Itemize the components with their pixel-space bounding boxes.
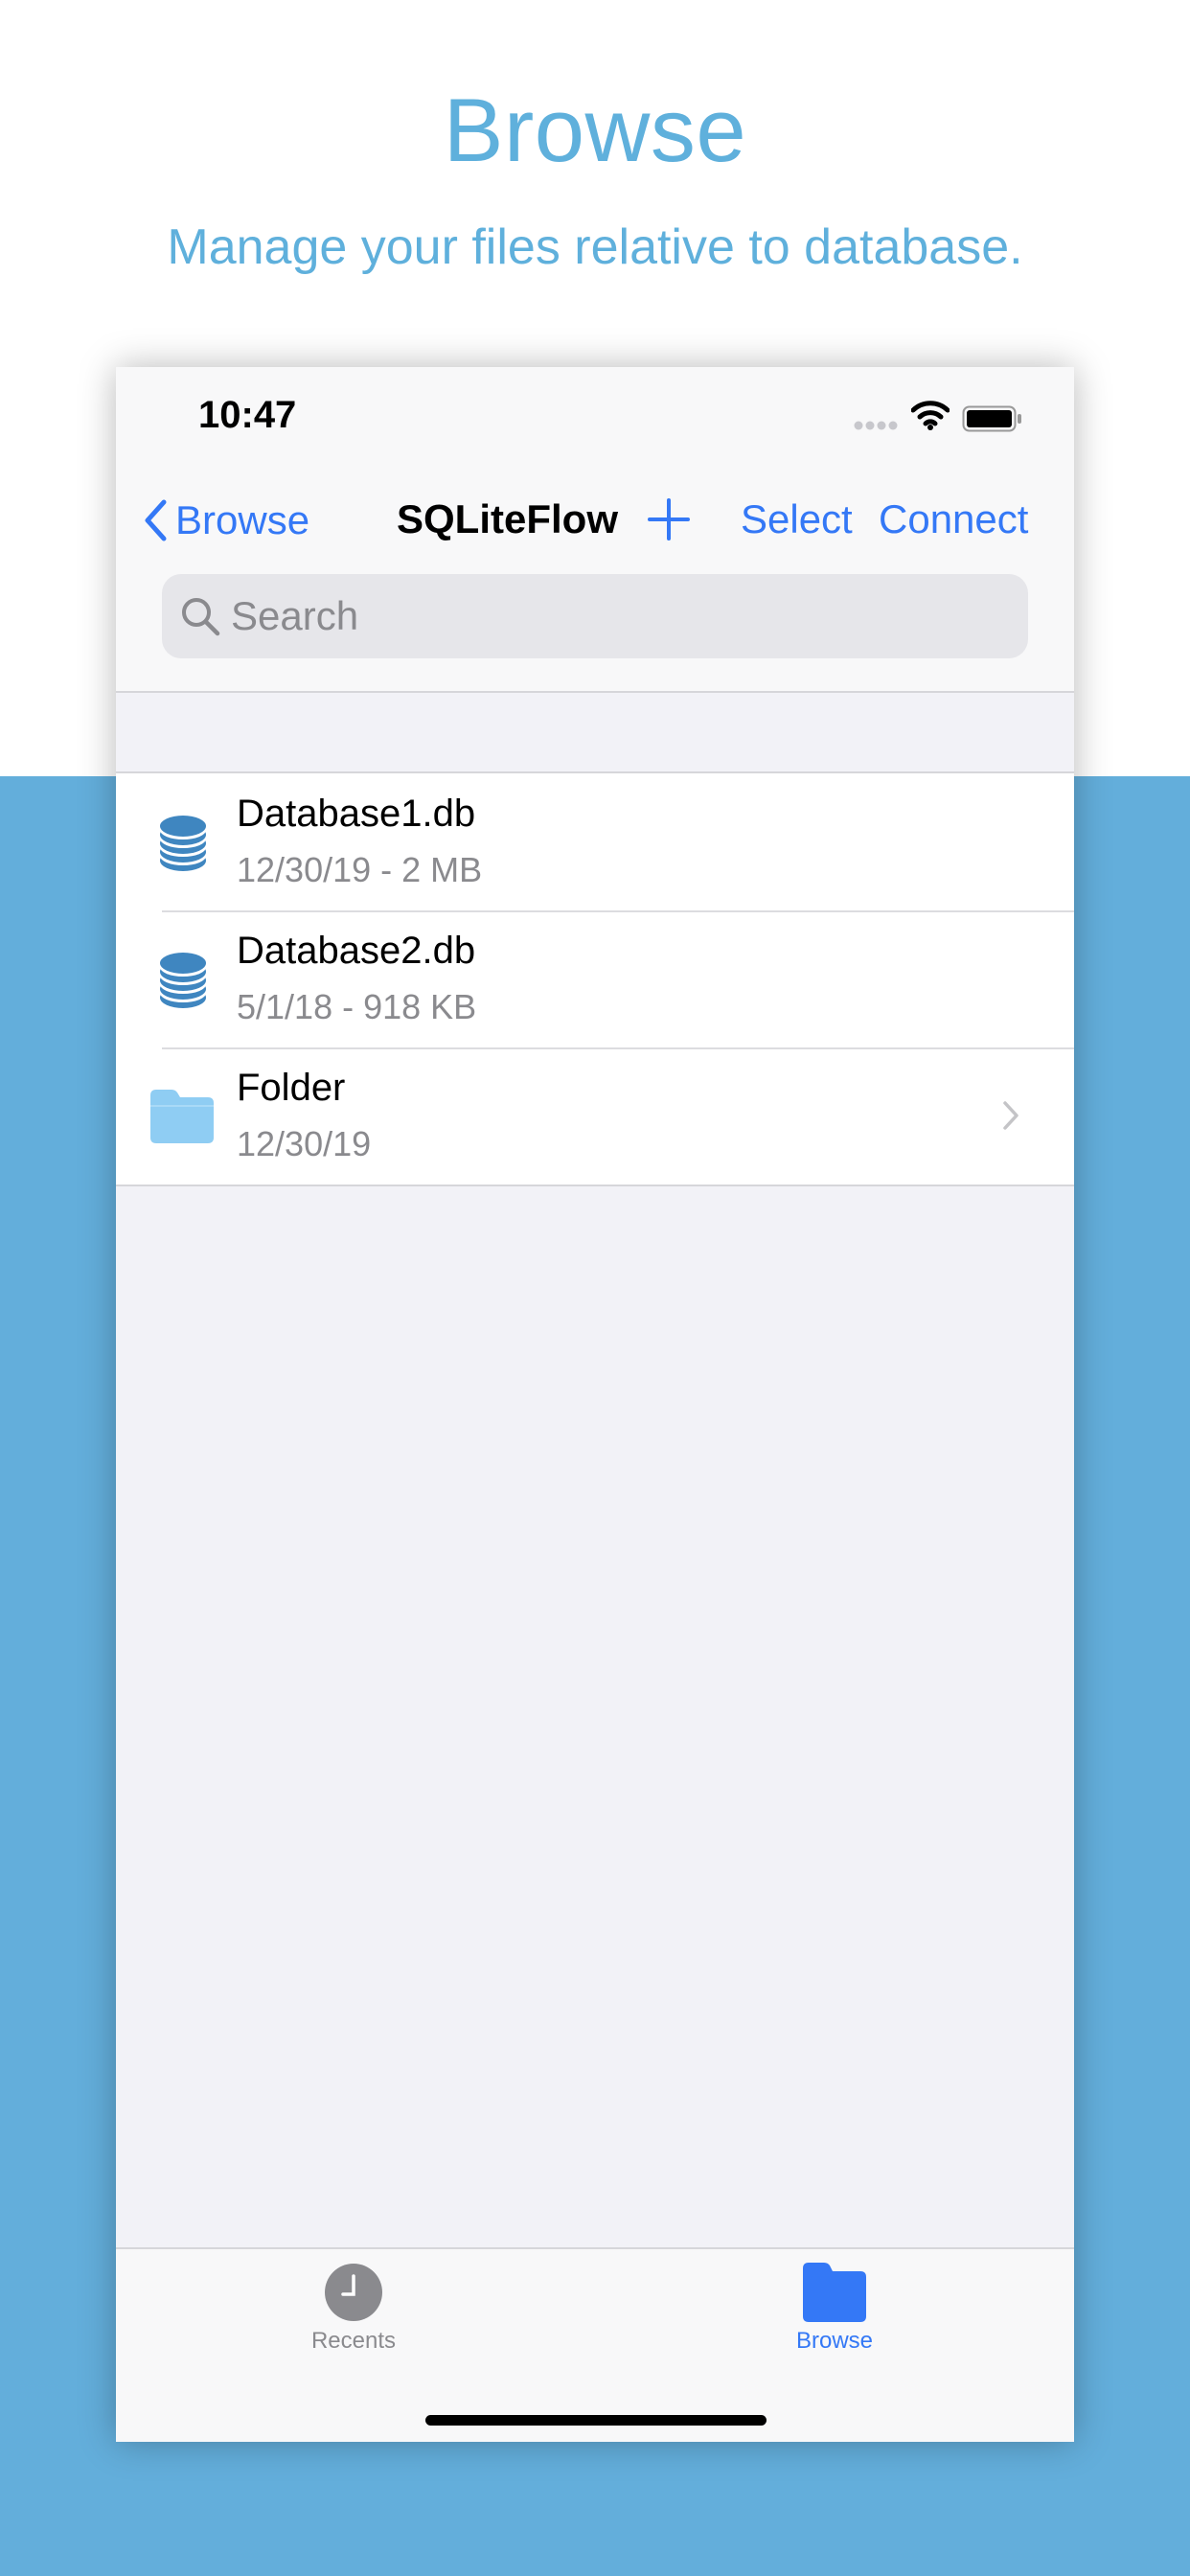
- status-time: 10:47: [198, 394, 297, 436]
- search-icon: [182, 598, 220, 636]
- database-icon: [160, 816, 206, 871]
- wifi-icon: [911, 401, 950, 430]
- search-input[interactable]: [231, 574, 997, 658]
- folder-icon: [150, 1090, 214, 1143]
- cellular-signal-icon: [854, 421, 898, 430]
- back-button[interactable]: Browse: [143, 492, 309, 549]
- select-button[interactable]: Select: [741, 496, 853, 542]
- page-title: SQLiteFlow: [397, 496, 618, 541]
- file-name: Database1.db: [237, 793, 476, 835]
- folder-name: Folder: [237, 1067, 346, 1109]
- clock-icon: [325, 2264, 382, 2321]
- connect-button[interactable]: Connect: [879, 496, 1028, 542]
- battery-icon: [962, 405, 1021, 432]
- folder-row[interactable]: Folder 12/30/19: [116, 1047, 1074, 1184]
- folder-icon: [803, 2263, 866, 2322]
- file-row-database1[interactable]: Database1.db 12/30/19 - 2 MB: [116, 773, 1074, 910]
- folder-meta: 12/30/19: [237, 1124, 372, 1163]
- promo-title: Browse: [443, 80, 747, 180]
- chevron-right-icon: [1003, 1101, 1018, 1130]
- search-bar[interactable]: [162, 574, 1028, 658]
- tab-bar: Recents Browse: [116, 2247, 1074, 2442]
- back-button-label: Browse: [175, 497, 310, 542]
- database-icon: [160, 953, 206, 1008]
- tab-browse-label: Browse: [795, 2328, 874, 2354]
- file-meta: 12/30/19 - 2 MB: [237, 850, 483, 889]
- tab-browse[interactable]: Browse: [739, 2263, 930, 2355]
- tab-recents[interactable]: Recents: [258, 2263, 449, 2355]
- file-name: Database2.db: [237, 930, 476, 972]
- tab-recents-label: Recents: [310, 2328, 397, 2354]
- phone-screen: 10:47 Browse SQLiteFlow Select Connect S…: [116, 367, 1074, 2442]
- add-button[interactable]: [647, 497, 691, 541]
- file-list: Database1.db 12/30/19 - 2 MB Database2.d…: [116, 771, 1074, 1186]
- navigation-header: 10:47 Browse SQLiteFlow Select Connect S…: [116, 367, 1074, 693]
- file-row-database2[interactable]: Database2.db 5/1/18 - 918 KB: [116, 910, 1074, 1047]
- chevron-left-icon: [145, 499, 167, 541]
- promo-subtitle: Manage your files relative to database.: [167, 219, 1023, 275]
- home-indicator: [425, 2415, 767, 2426]
- file-meta: 5/1/18 - 918 KB: [237, 987, 477, 1026]
